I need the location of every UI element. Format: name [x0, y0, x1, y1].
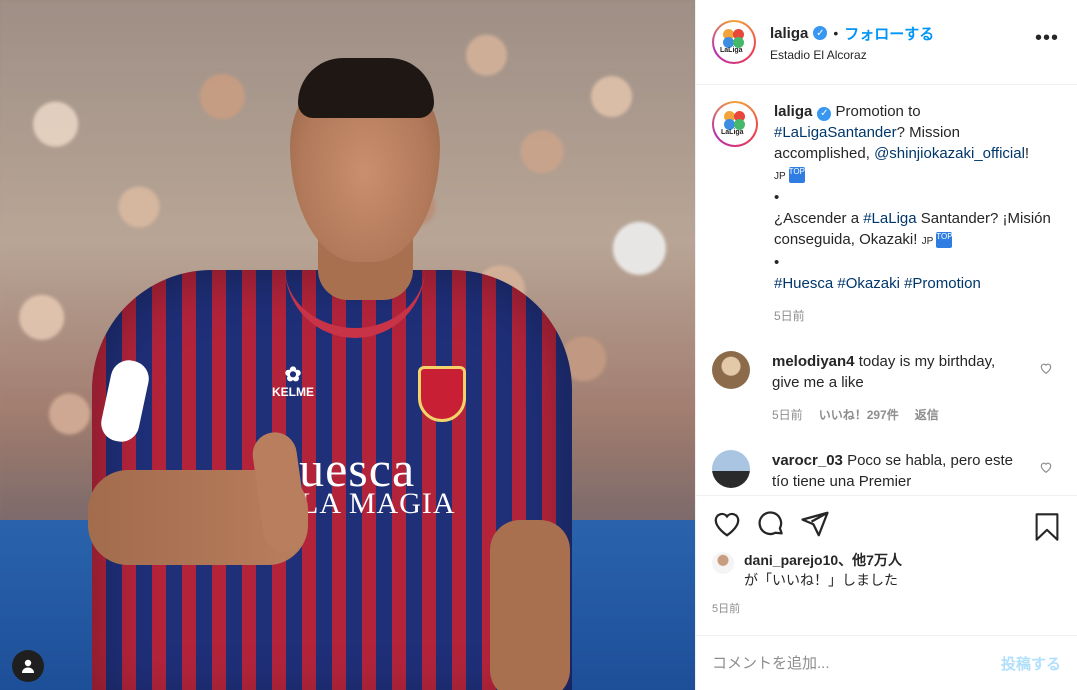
avatar-logo-text: LaLiga — [721, 129, 744, 136]
player-arm-right — [490, 520, 570, 690]
comments-section[interactable]: LaLiga laliga ✓ Promotion to #LaLigaSanta… — [696, 85, 1077, 495]
liked-suffix: が「いいね！」しました — [744, 572, 898, 588]
header-username[interactable]: laliga — [770, 25, 808, 42]
hashtag-promotion[interactable]: #Promotion — [904, 275, 981, 292]
jp-flag-text: JP — [774, 171, 786, 182]
kelme-logo: ✿ KELME — [272, 365, 314, 399]
location-link[interactable]: Estadio El Alcoraz — [770, 48, 934, 62]
hashtag-huesca[interactable]: #Huesca — [774, 275, 833, 292]
post-sidebar: LaLiga laliga ✓ • フォローする Estadio El Alco… — [695, 0, 1077, 690]
follow-button[interactable]: フォローする — [844, 23, 934, 44]
more-options-icon[interactable]: ••• — [1035, 28, 1059, 48]
comment-likes[interactable]: いいね！297件 — [819, 405, 899, 426]
caption-avatar[interactable]: LaLiga — [712, 101, 758, 147]
bullet: • — [774, 254, 780, 271]
jp-flag-text: JP — [921, 236, 934, 247]
post-actions: dani_parejo10、他7万人 が「いいね！」しました 5日前 — [696, 495, 1077, 635]
caption-text-es-a: ¿Ascender a — [774, 210, 864, 227]
mention-okazaki[interactable]: @shinjiokazaki_official — [874, 145, 1025, 162]
tagged-users-button[interactable] — [12, 650, 44, 682]
caption-text-en-a: Promotion to — [835, 103, 921, 120]
verified-badge-icon: ✓ — [817, 106, 832, 121]
laliga-logo-icon: LaLiga — [718, 107, 752, 141]
add-comment-bar: 投稿する — [696, 635, 1077, 690]
post-photo[interactable]: ✿ KELME Huesca LA MAGIA — [0, 0, 695, 690]
liker-avatar[interactable] — [712, 552, 734, 574]
top-emoji-icon: TOP — [788, 167, 805, 184]
comment-item: varocr_03 Poco se habla, pero este tío t… — [712, 450, 1061, 492]
verified-badge-icon: ✓ — [813, 26, 828, 40]
reply-button[interactable]: 返信 — [915, 405, 939, 426]
paw-icon: ✿ — [284, 364, 302, 386]
laliga-logo-icon: LaLiga — [717, 25, 751, 59]
hashtag-laligasantander[interactable]: #LaLigaSantander — [774, 124, 897, 141]
post-timestamp[interactable]: 5日前 — [712, 600, 1061, 616]
comment-input[interactable] — [712, 654, 982, 672]
caption: LaLiga laliga ✓ Promotion to #LaLigaSanta… — [712, 101, 1061, 327]
club-crest — [418, 366, 466, 422]
liked-by: dani_parejo10、他7万人 が「いいね！」しました — [712, 550, 1061, 590]
liker-others[interactable]: 、他7万人 — [838, 552, 902, 568]
caption-username[interactable]: laliga — [774, 103, 812, 120]
caption-timestamp[interactable]: 5日前 — [774, 306, 1054, 327]
caption-text-en-c: ! — [1024, 145, 1030, 162]
commenter-avatar[interactable] — [712, 450, 750, 488]
like-heart-icon[interactable] — [712, 509, 742, 539]
kelme-label: KELME — [272, 385, 314, 399]
like-comment-heart-icon[interactable] — [1039, 361, 1053, 375]
instagram-post: ✿ KELME Huesca LA MAGIA LaLiga laliga ✓ … — [0, 0, 1077, 690]
comment-username[interactable]: melodiyan4 — [772, 353, 855, 370]
share-paper-plane-icon[interactable] — [800, 509, 830, 539]
shirt-sponsor-line2: LA MAGIA — [300, 487, 456, 520]
commenter-avatar[interactable] — [712, 351, 750, 389]
avatar[interactable]: LaLiga — [712, 20, 756, 64]
hashtag-laliga[interactable]: #LaLiga — [863, 210, 916, 227]
comment-bubble-icon[interactable] — [756, 509, 786, 539]
player-hair — [298, 58, 434, 118]
avatar-logo-text: LaLiga — [720, 47, 743, 54]
comment-timestamp[interactable]: 5日前 — [772, 405, 803, 426]
bullet: • — [774, 189, 780, 206]
user-icon — [22, 659, 34, 673]
comment-username[interactable]: varocr_03 — [772, 452, 843, 469]
post-comment-button[interactable]: 投稿する — [1001, 653, 1061, 674]
liker-username[interactable]: dani_parejo10 — [744, 552, 838, 568]
like-comment-heart-icon[interactable] — [1039, 460, 1053, 474]
save-bookmark-icon[interactable] — [1033, 512, 1061, 542]
hashtag-okazaki[interactable]: #Okazaki — [837, 275, 900, 292]
separator-dot: • — [833, 25, 839, 41]
top-emoji-icon: TOP — [936, 232, 953, 249]
post-header: LaLiga laliga ✓ • フォローする Estadio El Alco… — [696, 0, 1077, 85]
comment-item: melodiyan4 today is my birthday, give me… — [712, 351, 1061, 426]
caption-text: laliga ✓ Promotion to #LaLigaSantander? M… — [774, 101, 1054, 327]
